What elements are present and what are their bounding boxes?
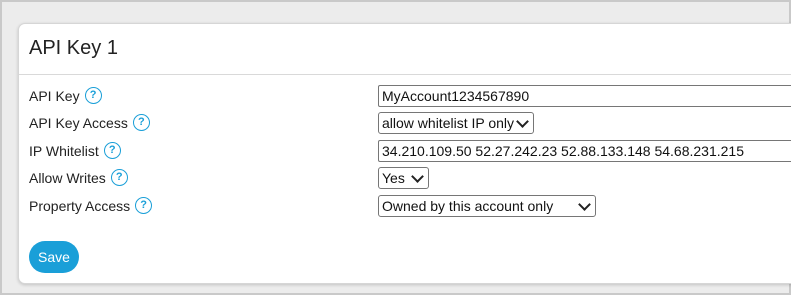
allow-writes-help-icon[interactable]: ?: [110, 169, 128, 186]
allow-writes-selected: Yes: [382, 170, 405, 186]
ip-whitelist-help-icon[interactable]: ?: [103, 142, 121, 159]
property-access-label-wrap: Property Access ?: [29, 197, 153, 214]
api-key-label: API Key: [29, 87, 80, 104]
property-access-select[interactable]: Owned by this account only: [378, 195, 596, 217]
allow-writes-label-wrap: Allow Writes ?: [29, 169, 128, 186]
property-access-help-icon[interactable]: ?: [135, 197, 153, 214]
api-key-input[interactable]: MyAccount1234567890: [378, 85, 791, 107]
api-key-access-help-icon[interactable]: ?: [132, 114, 150, 131]
chevron-down-icon: [516, 115, 529, 128]
api-key-help-icon[interactable]: ?: [84, 87, 102, 104]
ip-whitelist-label: IP Whitelist: [29, 142, 99, 159]
title-divider: [19, 74, 791, 75]
ip-whitelist-label-wrap: IP Whitelist ?: [29, 142, 121, 159]
allow-writes-label: Allow Writes: [29, 169, 106, 186]
page-background: API Key 1 API Key ? MyAccount1234567890 …: [2, 2, 791, 293]
api-key-panel: API Key 1 API Key ? MyAccount1234567890 …: [18, 23, 791, 284]
property-access-selected: Owned by this account only: [382, 198, 554, 214]
panel-title: API Key 1: [29, 37, 118, 59]
property-access-label: Property Access: [29, 197, 131, 214]
api-key-access-selected: allow whitelist IP only: [382, 115, 515, 131]
api-key-label-wrap: API Key ?: [29, 87, 102, 104]
chevron-down-icon: [411, 170, 424, 183]
chevron-down-icon: [578, 198, 591, 211]
allow-writes-select[interactable]: Yes: [378, 167, 429, 189]
save-button[interactable]: Save: [29, 241, 79, 273]
ip-whitelist-input[interactable]: 34.210.109.50 52.27.242.23 52.88.133.148…: [378, 140, 791, 162]
api-key-access-label-wrap: API Key Access ?: [29, 114, 150, 131]
api-key-access-label: API Key Access: [29, 114, 128, 131]
api-key-access-select[interactable]: allow whitelist IP only: [378, 112, 534, 134]
